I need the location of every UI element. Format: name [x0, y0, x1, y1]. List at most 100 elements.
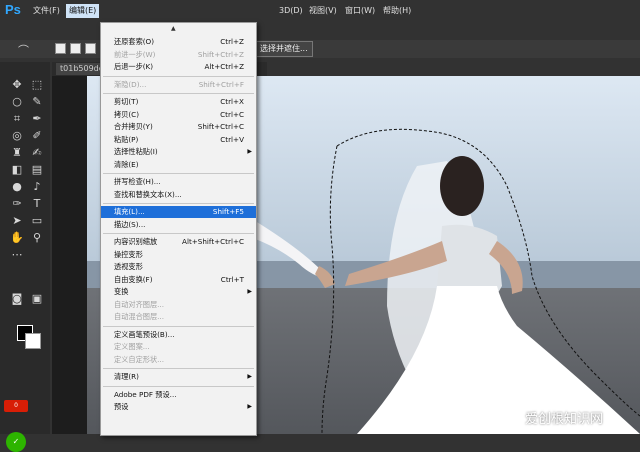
- menu-item-label: 预设: [114, 402, 129, 411]
- move-tool-icon[interactable]: ✥: [10, 78, 24, 92]
- edit-menu-item[interactable]: 剪切(T) Ctrl+X: [101, 96, 256, 108]
- scroll-up-icon[interactable]: ▲: [171, 25, 176, 32]
- menu-item-label: 透视变形: [114, 262, 143, 271]
- edit-menu-item[interactable]: 自由变换(F) Ctrl+T: [101, 274, 256, 286]
- menu-separator: [103, 203, 254, 204]
- menu-item-label: 内容识别缩放: [114, 237, 158, 246]
- menu-item-shortcut: Ctrl+C: [220, 109, 244, 119]
- menu-item-label: 查找和替换文本(X)...: [114, 189, 182, 199]
- options-bar: ⌒ 选择并遮住...: [0, 40, 640, 58]
- menu-view[interactable]: 视图(V): [306, 4, 340, 18]
- watermark: 爱创根知识网: [525, 412, 604, 427]
- select-and-mask-button[interactable]: 选择并遮住...: [255, 41, 313, 57]
- menu-item-label: 还原套索(O): [114, 37, 155, 46]
- submenu-arrow-icon: ▶: [247, 288, 252, 295]
- menu-item-label: 自由变换(F): [114, 274, 153, 284]
- clone-stamp-icon[interactable]: ♜: [10, 146, 24, 160]
- quick-mask-icon[interactable]: ◙: [10, 292, 24, 306]
- menu-separator: [103, 93, 254, 94]
- menu-item-label: 自动混合图层...: [114, 312, 164, 321]
- edit-menu-item[interactable]: 粘贴(P) Ctrl+V: [101, 134, 256, 146]
- add-selection-icon[interactable]: [70, 43, 81, 54]
- edit-menu-item[interactable]: 变换 ▶: [101, 286, 256, 298]
- lasso-tool-preset-icon[interactable]: ⌒: [18, 42, 32, 57]
- status-badge-icon: ✓: [6, 432, 26, 452]
- edit-menu-dropdown: ▲ 还原套索(O) Ctrl+Z 前进一步(W) Shift+Ctrl+Z 后退一步(K…: [100, 22, 257, 436]
- edit-menu-item[interactable]: 操控变形: [101, 249, 256, 261]
- edit-menu-item[interactable]: 内容识别缩放 Alt+Shift+Ctrl+C: [101, 236, 256, 248]
- path-select-icon[interactable]: ➤: [10, 214, 24, 228]
- menu-item-label: 拼写检查(H)...: [114, 177, 161, 186]
- menu-item-label: 合并拷贝(Y): [114, 122, 153, 131]
- menu-item-shortcut: Shift+Ctrl+F: [198, 79, 244, 89]
- pen-tool-icon[interactable]: ✑: [10, 197, 24, 211]
- edit-menu-item[interactable]: 拼写检查(H)...: [101, 176, 256, 188]
- menu-help[interactable]: 帮助(H): [380, 4, 414, 18]
- marquee-tool-icon[interactable]: ⬚: [30, 78, 44, 92]
- edit-menu-item: 前进一步(W) Shift+Ctrl+Z: [101, 49, 256, 61]
- menu-separator: [103, 173, 254, 174]
- edit-menu-item: 定义图案...: [101, 341, 256, 353]
- history-brush-icon[interactable]: ✍: [30, 146, 44, 160]
- edit-menu-item[interactable]: 查找和替换文本(X)...: [101, 189, 256, 201]
- notification-badge: 0: [4, 400, 28, 412]
- menu-item-label: 定义图案...: [114, 342, 150, 351]
- edit-menu-item[interactable]: 描边(S)...: [101, 219, 256, 231]
- menu-3d[interactable]: 3D(D): [276, 4, 306, 18]
- menu-separator: [103, 75, 254, 77]
- new-selection-icon[interactable]: [55, 43, 66, 54]
- edit-menu-item[interactable]: 透视变形: [101, 261, 256, 273]
- menu-bar: Ps 文件(F) 编辑(E) 3D(D) 视图(V) 窗口(W) 帮助(H): [0, 0, 640, 22]
- submenu-arrow-icon: ▶: [247, 373, 252, 380]
- edit-menu-item[interactable]: 合并拷贝(Y) Shift+Ctrl+C: [101, 121, 256, 133]
- quick-select-icon[interactable]: ✎: [30, 95, 44, 109]
- gradient-icon[interactable]: ▤: [30, 163, 44, 177]
- eyedropper-icon[interactable]: ✒: [30, 112, 44, 126]
- screen-mode-icon[interactable]: ▣: [30, 292, 44, 306]
- menu-item-shortcut: Ctrl+Z: [220, 37, 244, 46]
- edit-menu-item: 自动对齐图层...: [101, 299, 256, 311]
- photoshop-logo: Ps: [5, 2, 21, 17]
- more-tools-icon[interactable]: ⋯: [10, 248, 24, 262]
- menu-separator: [103, 325, 254, 327]
- menu-item-shortcut: Shift+F5: [212, 207, 244, 216]
- edit-menu-item[interactable]: 清理(R) ▶: [101, 371, 256, 383]
- lasso-tool-icon[interactable]: ○: [10, 95, 24, 109]
- blur-tool-icon[interactable]: ●: [10, 180, 24, 194]
- menu-item-shortcut: Ctrl+V: [220, 134, 244, 144]
- type-tool-icon[interactable]: T: [30, 197, 44, 211]
- background-color-swatch[interactable]: [25, 333, 41, 349]
- edit-menu-item[interactable]: 清除(E): [101, 159, 256, 171]
- menu-item-label: 操控变形: [114, 249, 143, 259]
- edit-menu-item[interactable]: 填充(L)... Shift+F5: [101, 206, 256, 218]
- menu-item-label: 后退一步(K): [114, 62, 154, 71]
- menu-item-label: 渐隐(D)...: [114, 79, 147, 89]
- menu-edit[interactable]: 编辑(E): [66, 4, 100, 18]
- hand-tool-icon[interactable]: ✋: [10, 231, 24, 245]
- shape-tool-icon[interactable]: ▭: [30, 214, 44, 228]
- dodge-tool-icon[interactable]: ♪: [30, 180, 44, 194]
- zoom-tool-icon[interactable]: ⚲: [30, 231, 44, 245]
- menu-item-label: 自动对齐图层...: [114, 299, 164, 309]
- healing-brush-icon[interactable]: ◎: [10, 129, 24, 143]
- menu-item-label: 选择性粘贴(I): [114, 147, 158, 156]
- menu-item-shortcut: Ctrl+T: [220, 274, 244, 284]
- menu-item-label: 粘贴(P): [114, 134, 139, 144]
- submenu-arrow-icon: ▶: [247, 403, 252, 410]
- menu-item-label: 定义画笔预设(B)...: [114, 329, 175, 339]
- edit-menu-item[interactable]: 选择性粘贴(I) ▶: [101, 146, 256, 158]
- edit-menu-item[interactable]: 后退一步(K) Alt+Ctrl+Z: [101, 61, 256, 73]
- edit-menu-item[interactable]: 拷贝(C) Ctrl+C: [101, 109, 256, 121]
- edit-menu-item[interactable]: 预设 ▶: [101, 401, 256, 413]
- crop-tool-icon[interactable]: ⌗: [10, 112, 24, 126]
- menu-separator: [103, 385, 254, 387]
- edit-menu-item[interactable]: 还原套索(O) Ctrl+Z: [101, 36, 256, 48]
- menu-window[interactable]: 窗口(W): [342, 4, 378, 18]
- eraser-icon[interactable]: ◧: [10, 163, 24, 177]
- edit-menu-item[interactable]: Adobe PDF 预设...: [101, 389, 256, 401]
- brush-tool-icon[interactable]: ✐: [30, 129, 44, 143]
- subtract-selection-icon[interactable]: [85, 43, 96, 54]
- edit-menu-item[interactable]: 定义画笔预设(B)...: [101, 329, 256, 341]
- menu-item-label: 清除(E): [114, 159, 139, 169]
- menu-file[interactable]: 文件(F): [30, 4, 63, 18]
